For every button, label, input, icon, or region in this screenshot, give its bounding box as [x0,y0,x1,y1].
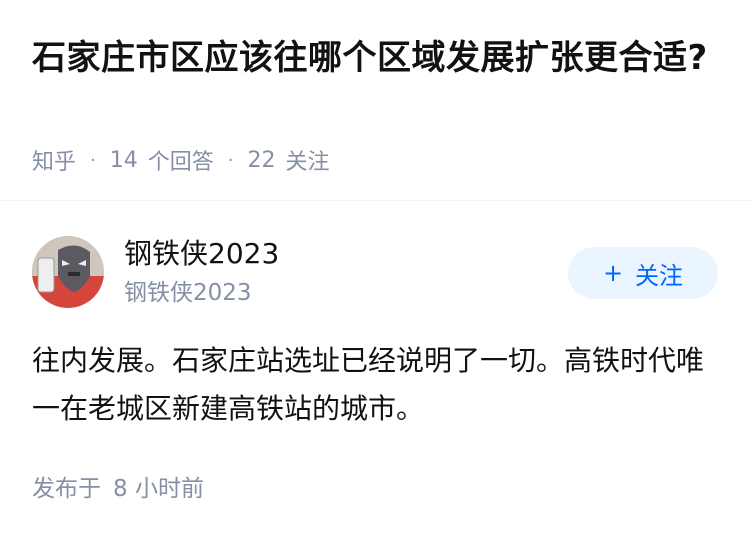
answers-label[interactable]: 个回答 [148,144,214,176]
avatar[interactable] [32,236,104,308]
author-row: 钢铁侠2023 钢铁侠2023 + 关注 [32,236,718,308]
separator-dot: · [90,149,96,171]
followers-count: 22 [247,147,276,173]
followers-label[interactable]: 关注 [286,144,330,176]
published-label: 发布于 [32,476,101,502]
source-label[interactable]: 知乎 [32,144,76,176]
question-meta: 知乎 · 14 个回答 · 22 关注 [32,142,330,178]
plus-icon: + [602,259,624,287]
answer-content[interactable]: 往内发展。石家庄站选址已经说明了一切。高铁时代唯一在老城区新建高铁站的城市。 [32,337,718,433]
separator-dot: · [227,149,234,171]
section-divider [0,200,750,201]
author-subtitle: 钢铁侠2023 [124,280,252,306]
question-title[interactable]: 石家庄市区应该往哪个区域发展扩张更合适? [32,32,722,84]
follow-label: 关注 [635,261,684,290]
author-name[interactable]: 钢铁侠2023 [124,236,279,272]
publish-info: 发布于 8 小时前 [32,466,204,506]
follow-button[interactable]: + 关注 [568,247,718,299]
answers-count: 14 [109,147,138,173]
question-header: 石家庄市区应该往哪个区域发展扩张更合适? 知乎 · 14 个回答 · 22 关注 [0,0,750,200]
published-time: 8 小时前 [113,476,204,502]
zhihu-answer-page: 石家庄市区应该往哪个区域发展扩张更合适? 知乎 · 14 个回答 · 22 关注… [0,0,750,538]
